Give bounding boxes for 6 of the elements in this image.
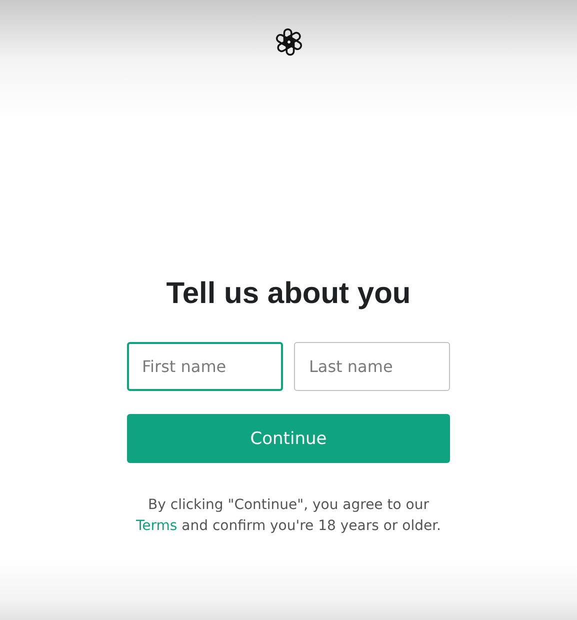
input-field[interactable]: Last name: [294, 342, 450, 391]
continue-button[interactable]: Continue: [127, 414, 450, 463]
legal-text: By clicking "Continue", you agree to our Terms and confirm you're 18 years or older.: [135, 496, 442, 536]
input-field[interactable]: First name: [127, 342, 283, 391]
page-title: Tell us about you: [166, 276, 411, 312]
terms-link[interactable]: Terms: [136, 518, 178, 534]
